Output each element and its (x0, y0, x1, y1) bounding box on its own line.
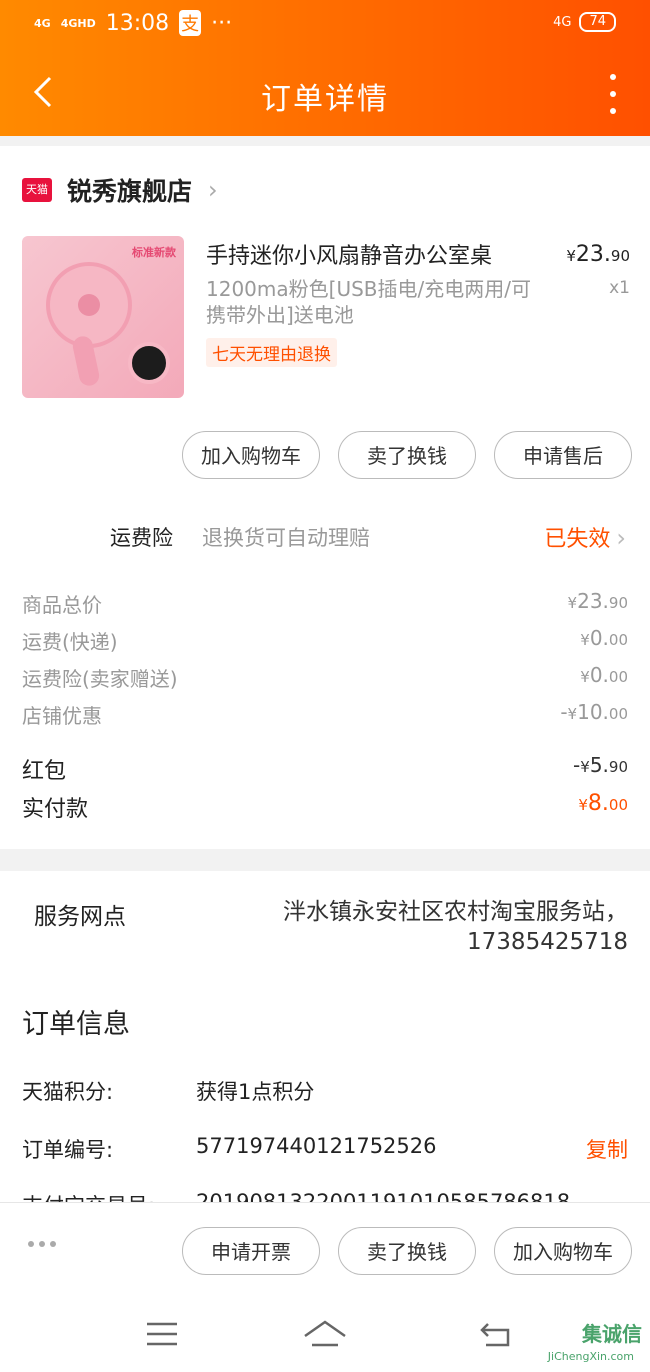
product-quantity: x1 (609, 278, 630, 298)
order-info-title: 订单信息 (22, 1009, 130, 1040)
chevron-right-icon: › (208, 176, 218, 204)
home-icon[interactable] (302, 1318, 348, 1350)
bottom-action-bar: 申请开票 卖了换钱 加入购物车 (0, 1202, 650, 1299)
resell-button[interactable]: 卖了换钱 (338, 1227, 476, 1275)
page-title: 订单详情 (261, 82, 389, 117)
image-label: 标准新款 (132, 246, 176, 259)
status-bar: 4G 4GHD 13:08 支 ··· 4G 74 (0, 0, 650, 54)
clock: 13:08 (105, 10, 170, 36)
add-to-cart-button[interactable]: 加入购物车 (494, 1227, 632, 1275)
divider (0, 136, 650, 146)
shop-header[interactable]: 天猫 锐秀旗舰店 › (22, 172, 218, 208)
points-label: 天猫积分: (22, 1080, 114, 1104)
add-to-cart-button[interactable]: 加入购物车 (182, 431, 320, 479)
network-indicator: 4G (553, 14, 572, 30)
signal-indicator-1: 4G (34, 16, 51, 30)
insurance-label: 运费险 (110, 526, 173, 550)
battery-indicator: 74 (579, 12, 616, 32)
nav-bar: 订单详情 (0, 54, 650, 136)
total-row-insurance: 运费险(卖家赠送) ¥0.00 (22, 663, 628, 691)
watermark-url: JiChengXin.com (547, 1350, 634, 1363)
more-vertical-icon (610, 74, 616, 80)
order-no-label: 订单编号: (22, 1138, 114, 1162)
more-icon[interactable] (28, 1241, 56, 1247)
chevron-right-icon: › (616, 524, 626, 552)
service-point-label: 服务网点 (34, 904, 126, 930)
paid-row: 实付款 ¥8.00 (22, 791, 628, 822)
red-packet-row: 红包 -¥5.90 (22, 753, 628, 784)
product-price: ¥23.90 (566, 242, 630, 267)
signal-indicator-2: 4GHD (60, 16, 96, 30)
insurance-desc: 退换货可自动理赔 (202, 526, 370, 550)
return-policy-badge: 七天无理由退换 (206, 338, 337, 367)
resell-button[interactable]: 卖了换钱 (338, 431, 476, 479)
service-point-value: 泮水镇永安社区农村淘宝服务站， 17385425718 (283, 899, 628, 955)
alipay-icon: 支 (179, 10, 202, 36)
total-row-goods: 商品总价 ¥23.90 (22, 589, 628, 617)
insurance-status[interactable]: 已失效 › (544, 521, 626, 553)
invoice-button[interactable]: 申请开票 (182, 1227, 320, 1275)
fan-illustration (46, 262, 132, 348)
tmall-logo: 天猫 (22, 178, 52, 202)
total-row-discount: 店铺优惠 -¥10.00 (22, 700, 628, 728)
watermark-logo: 集诚信 (582, 1322, 642, 1346)
divider (0, 849, 650, 871)
product-spec: 1200ma粉色[USB插电/充电两用/可携带外出]送电池 (206, 277, 531, 327)
product-image[interactable]: 标准新款 (22, 236, 184, 398)
order-no-value: 577197440121752526 (196, 1134, 437, 1158)
total-row-shipping: 运费(快递) ¥0.00 (22, 626, 628, 654)
points-value: 获得1点积分 (196, 1080, 315, 1104)
more-notifications-icon: ··· (211, 10, 233, 36)
more-menu-button[interactable] (606, 74, 620, 114)
shop-name: 锐秀旗舰店 (67, 177, 193, 206)
menu-icon[interactable] (145, 1320, 179, 1348)
copy-button[interactable]: 复制 (586, 1134, 628, 1164)
back-nav-icon[interactable] (478, 1320, 514, 1348)
product-title[interactable]: 手持迷你小风扇静音办公室桌 (206, 238, 492, 270)
after-sale-button[interactable]: 申请售后 (494, 431, 632, 479)
